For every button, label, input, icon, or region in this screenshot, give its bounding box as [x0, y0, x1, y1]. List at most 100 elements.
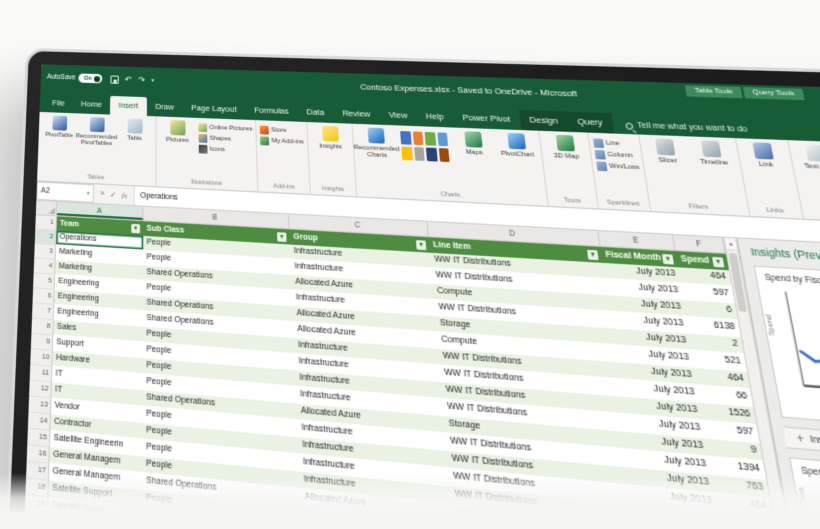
tab-file[interactable]: File	[44, 94, 73, 114]
header-label: Group	[293, 233, 318, 243]
autosave-toggle[interactable]: On	[78, 73, 103, 84]
cell[interactable]: 597	[681, 284, 735, 303]
ribbon-button-line[interactable]: Line	[592, 138, 637, 149]
ribbon-button-column[interactable]: Column	[594, 149, 639, 161]
tab-home[interactable]: Home	[73, 95, 111, 115]
ribbon-button-timeline[interactable]: Timeline	[689, 140, 736, 168]
undo-icon[interactable]: ↶	[125, 75, 132, 84]
tab-design[interactable]: Design	[518, 109, 569, 132]
ribbon-button-shapes[interactable]: Shapes	[198, 133, 253, 145]
ribbon-button-text-box[interactable]: Text Box	[793, 144, 820, 173]
chart-type-icon[interactable]	[413, 147, 425, 161]
filter-dropdown-icon[interactable]: ▾	[131, 223, 141, 233]
pivotchart-icon	[506, 132, 526, 150]
ribbon-button-label: Line	[605, 140, 621, 148]
query-tools-label: Query Tools	[743, 86, 805, 101]
ribbon-button-pictures[interactable]: Pictures	[160, 120, 196, 145]
row-header-12[interactable]: 12	[29, 380, 52, 399]
ribbon-button-label: Insights	[319, 143, 343, 151]
ribbon-button-slicer[interactable]: Slicer	[643, 138, 689, 166]
table-icon	[127, 118, 143, 134]
tab-power-pivot[interactable]: Power Pivot	[452, 108, 521, 130]
tab-view[interactable]: View	[379, 105, 418, 126]
cell-value: 66	[735, 391, 749, 402]
row-header-11[interactable]: 11	[29, 364, 53, 383]
row-header-20[interactable]: 20	[24, 512, 48, 529]
ribbon-button-3d-map[interactable]: 3D Map	[544, 134, 588, 161]
filter-dropdown-icon[interactable]: ▾	[586, 249, 599, 260]
chart-type-icon[interactable]	[412, 131, 424, 146]
ribbon-button-online-pictures[interactable]: Online Pictures	[198, 123, 252, 134]
row-header-9[interactable]: 9	[30, 333, 54, 352]
ribbon-group-tables: PivotTable Recommended PivotTables Table Ta…	[37, 111, 157, 187]
tab-insert[interactable]: Insert	[110, 95, 147, 116]
tab-data[interactable]: Data	[297, 102, 334, 123]
row-header-7[interactable]: 7	[31, 303, 55, 321]
row-header-4[interactable]: 4	[33, 258, 56, 275]
select-all-corner[interactable]	[35, 200, 58, 216]
row-header-5[interactable]: 5	[33, 273, 56, 290]
filter-dropdown-icon[interactable]: ▾	[415, 239, 427, 250]
save-icon[interactable]	[110, 74, 119, 84]
cancel-entry-icon[interactable]: ×	[100, 190, 105, 198]
ribbon-group-illustrations: Pictures Online Pictures Shapes Icons Illust…	[156, 116, 259, 192]
filter-dropdown-icon[interactable]: ▾	[711, 256, 725, 267]
qat-customize-icon[interactable]: ▾	[151, 77, 154, 83]
ribbon-button-maps[interactable]: Maps	[453, 131, 495, 158]
insert-function-icon[interactable]: fx	[122, 191, 128, 200]
ribbon-button-pivotchart[interactable]: PivotChart	[495, 132, 538, 159]
ribbon-button-recommended-charts[interactable]: Recommended Charts	[354, 127, 400, 160]
name-box-dropdown-icon[interactable]: ▾	[87, 190, 90, 197]
confirm-entry-icon[interactable]: ✓	[110, 190, 116, 199]
insight-card-sub-class[interactable]: Spend by Sub Class Sub Class Spend	[788, 457, 820, 529]
ribbon-button-label: Win/Loss	[608, 163, 640, 172]
cell[interactable]: 464	[678, 267, 732, 286]
ribbon-button-label: Recommended Charts	[353, 144, 400, 160]
chart-type-icon[interactable]	[436, 132, 449, 147]
filter-dropdown-icon[interactable]: ▾	[277, 231, 287, 242]
tab-review[interactable]: Review	[333, 104, 380, 125]
3d-map-icon	[555, 134, 575, 152]
ribbon-button-icons[interactable]: Icons	[198, 144, 254, 156]
ribbon-group-add-ins: Store My Add-ins Add-ins	[256, 120, 311, 195]
quick-access-toolbar: ↶ ↷ ▾	[110, 74, 154, 85]
chart-type-icon[interactable]	[424, 131, 436, 146]
ribbon-button-link[interactable]: Link	[740, 142, 788, 170]
chart-type-icon[interactable]	[425, 147, 438, 162]
ribbon-button-pivottable[interactable]: PivotTable	[42, 115, 77, 140]
tab-help[interactable]: Help	[416, 106, 455, 127]
row-header-3[interactable]: 3	[34, 244, 57, 261]
name-box[interactable]: A2 ▾	[36, 181, 95, 203]
redo-icon[interactable]: ↷	[138, 75, 145, 84]
chart-type-icon[interactable]	[400, 131, 412, 145]
ribbon-button-win-loss[interactable]: Win/Loss	[596, 161, 640, 172]
chart-type-icon[interactable]	[401, 146, 413, 161]
ribbon-button-my-add-ins[interactable]: My Add-ins	[260, 136, 304, 147]
row-header-10[interactable]: 10	[30, 349, 53, 367]
tab-formulas[interactable]: Formulas	[245, 101, 298, 122]
tab-draw[interactable]: Draw	[147, 97, 183, 117]
ribbon-button-insights[interactable]: Insights	[311, 125, 350, 151]
row-header-6[interactable]: 6	[32, 288, 55, 305]
chart-type-icon[interactable]	[438, 148, 450, 163]
worksheet: ABCDEF 1 Team ▾ Sub Class ▾ Group ▾ Line Item ▾ F…	[19, 200, 819, 529]
row-header-1[interactable]: 1	[35, 215, 57, 231]
filter-dropdown-icon[interactable]: ▾	[661, 253, 674, 264]
scroll-up-icon[interactable]: ▴	[724, 237, 738, 251]
tell-me-label: Tell me what you want to do	[636, 121, 749, 134]
ribbon-button-recommended-pivottables[interactable]: Recommended PivotTables	[76, 116, 117, 149]
tab-query[interactable]: Query	[566, 111, 614, 134]
ribbon-button-label: Maps	[465, 149, 484, 157]
chart-type-icons[interactable]	[398, 129, 453, 165]
row-header-8[interactable]: 8	[31, 318, 54, 336]
tab-page-layout[interactable]: Page Layout	[182, 98, 245, 119]
cell[interactable]: 6	[683, 300, 738, 320]
plus-icon: +	[795, 430, 806, 446]
pivottable-icon	[51, 115, 67, 131]
table-tools-label: Table Tools	[685, 85, 743, 99]
ribbon-button-table[interactable]: Table	[117, 118, 152, 143]
ribbon-button-store[interactable]: Store	[259, 125, 304, 136]
column-header-F[interactable]: F	[673, 235, 726, 253]
tell-me-box[interactable]: Tell me what you want to do	[624, 121, 749, 134]
row-header-2[interactable]: 2	[34, 229, 57, 246]
